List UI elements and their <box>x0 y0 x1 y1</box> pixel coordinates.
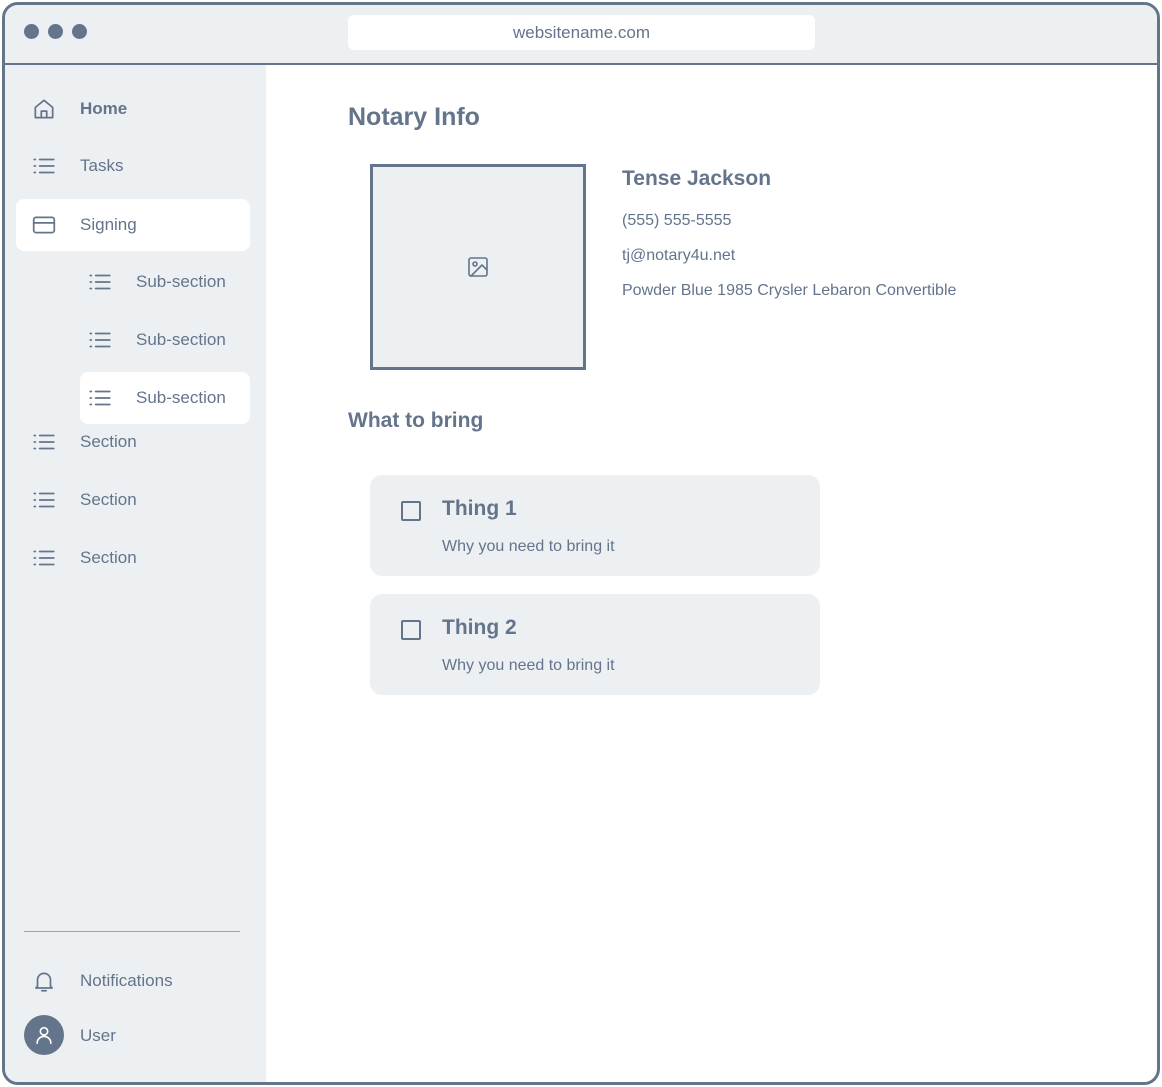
avatar[interactable] <box>24 1015 64 1055</box>
thing-description: Why you need to bring it <box>442 657 615 674</box>
user-icon <box>36 1026 52 1045</box>
address-bar[interactable]: websitename.com <box>348 15 815 50</box>
notifications-label: Notifications <box>80 971 173 990</box>
bell-icon <box>31 968 57 994</box>
sidebar-subitem-1[interactable]: Sub-section <box>80 256 250 308</box>
sidebar-item-label: Section <box>80 548 137 567</box>
list-icon <box>87 269 113 295</box>
sidebar-subitem-2[interactable]: Sub-section <box>80 314 250 366</box>
sidebar-item-label: Section <box>80 490 137 509</box>
page-title: Notary Info <box>348 103 480 131</box>
window-maximize-dot[interactable] <box>72 24 87 39</box>
sidebar-item-label: Sub-section <box>136 272 226 291</box>
sidebar-item-home[interactable]: Home <box>16 83 250 135</box>
user-label: User <box>80 1026 116 1045</box>
list-item: Thing 2 Why you need to bring it <box>370 594 820 695</box>
sidebar-item-label: Home <box>80 99 128 118</box>
window-close-dot[interactable] <box>24 24 39 39</box>
sidebar-item-label: Tasks <box>80 156 124 175</box>
notary-email: tj@notary4u.net <box>622 247 736 264</box>
sidebar-item-label: Sub-section <box>136 330 226 349</box>
list-icon <box>87 385 113 411</box>
sidebar: Home Tasks Signing Sub-section Sub-secti… <box>5 65 266 1082</box>
browser-titlebar: websitename.com <box>5 5 1157 65</box>
sidebar-item-tasks[interactable]: Tasks <box>16 140 250 192</box>
thing-title: Thing 2 <box>442 616 517 639</box>
sidebar-item-label: Signing <box>80 215 137 234</box>
what-to-bring-heading: What to bring <box>348 409 484 432</box>
sidebar-item-label: Section <box>80 432 137 451</box>
window-minimize-dot[interactable] <box>48 24 63 39</box>
notary-phone: (555) 555-5555 <box>622 212 732 229</box>
notary-vehicle: Powder Blue 1985 Crysler Lebaron Convert… <box>622 282 957 299</box>
thing-description: Why you need to bring it <box>442 538 615 555</box>
thing-title: Thing 1 <box>442 497 517 520</box>
list-icon <box>31 153 57 179</box>
sidebar-divider <box>24 931 240 932</box>
list-icon <box>87 327 113 353</box>
sidebar-item-section-2[interactable]: Section <box>16 474 250 526</box>
browser-window: websitename.com Home Tasks Signing Sub-s… <box>2 2 1160 1085</box>
home-icon <box>31 96 57 122</box>
sidebar-item-section-3[interactable]: Section <box>16 532 250 584</box>
sidebar-item-notifications[interactable]: Notifications <box>16 955 250 1007</box>
sidebar-item-user[interactable]: User <box>69 1010 219 1062</box>
thing-2-checkbox[interactable] <box>401 620 421 640</box>
sidebar-item-signing[interactable]: Signing <box>16 199 250 251</box>
list-icon <box>31 429 57 455</box>
list-item: Thing 1 Why you need to bring it <box>370 475 820 576</box>
main-content: Notary Info Tense Jackson (555) 555-5555… <box>266 65 1157 1082</box>
card-icon <box>31 212 57 238</box>
notary-name: Tense Jackson <box>622 167 772 190</box>
thing-1-checkbox[interactable] <box>401 501 421 521</box>
image-icon <box>468 257 488 277</box>
list-icon <box>31 487 57 513</box>
sidebar-item-section-1[interactable]: Section <box>16 416 250 468</box>
notary-photo-placeholder <box>370 164 586 370</box>
list-icon <box>31 545 57 571</box>
